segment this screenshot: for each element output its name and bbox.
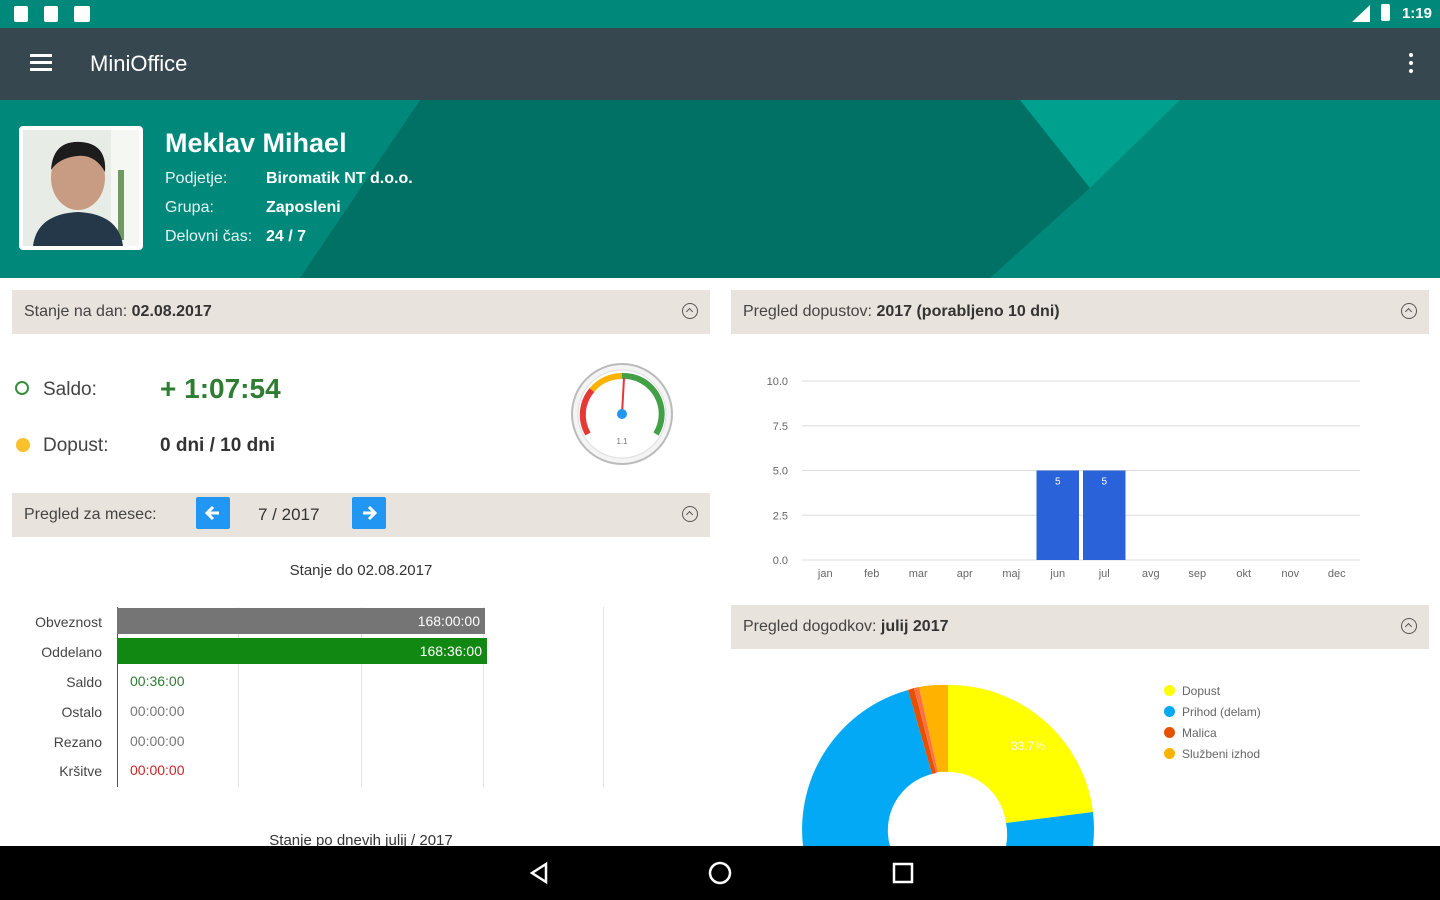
x-tick-label: jul (1098, 568, 1110, 580)
gridline (483, 607, 484, 787)
collapse-icon[interactable] (682, 303, 698, 319)
battery-icon (1381, 4, 1390, 21)
legend-marker (1164, 748, 1175, 759)
x-tick-label: okt (1236, 568, 1251, 580)
collapse-icon[interactable] (1401, 618, 1417, 634)
value-rezano: 00:00:00 (130, 733, 185, 749)
row-label-oddelano: Oddelano (41, 644, 102, 660)
x-tick-label: sep (1188, 568, 1206, 580)
value-krsitve: 00:00:00 (130, 762, 185, 778)
image-icon (74, 6, 90, 22)
state-date: 02.08.2017 (131, 303, 212, 320)
legend-marker (1164, 685, 1175, 696)
gridline (603, 607, 604, 787)
x-tick-label: mar (909, 568, 928, 580)
y-tick-label: 5.0 (773, 466, 788, 478)
y-tick-label: 7.5 (773, 421, 788, 433)
donut-slice-dopust (948, 684, 1093, 823)
collapse-icon[interactable] (682, 506, 698, 522)
sun-icon (16, 438, 30, 452)
legend-marker (1164, 727, 1175, 738)
bar-oddelano: 168:36:00 (117, 638, 487, 664)
vacation-summary: 2017 (porabljeno 10 dni) (876, 303, 1060, 320)
more-options-icon[interactable] (1408, 53, 1414, 75)
current-month: 7 / 2017 (258, 505, 320, 524)
bar-value-label: 5 (1101, 477, 1107, 488)
system-navigation-bar (0, 846, 1440, 900)
events-panel-header[interactable]: Pregled dogodkov: julij 2017 (731, 605, 1429, 649)
x-tick-label: nov (1281, 568, 1299, 580)
saldo-value: + 1:07:54 (160, 373, 281, 404)
dopust-label: Dopust: (43, 435, 109, 456)
legend-dopust: Dopust (1164, 684, 1220, 698)
notification-icon (44, 6, 58, 22)
value-ostalo: 00:00:00 (130, 703, 185, 719)
sd-card-icon (14, 6, 28, 22)
row-label-obveznost: Obveznost (35, 614, 102, 630)
x-tick-label: jun (1049, 568, 1065, 580)
y-tick-label: 10.0 (767, 376, 788, 388)
profile-worktime-row: Delovni čas: 24 / 7 (165, 228, 307, 245)
y-tick-label: 0.0 (773, 555, 788, 567)
row-label-ostalo: Ostalo (61, 704, 102, 720)
gridline (238, 607, 239, 787)
home-icon[interactable] (707, 860, 733, 886)
legend-malica: Malica (1164, 726, 1217, 740)
gridline (361, 607, 362, 787)
profile-group-row: Grupa: Zaposleni (165, 199, 341, 216)
legend-sluzbeni-izhod: Službeni izhod (1164, 747, 1260, 761)
x-tick-label: feb (864, 568, 879, 580)
row-label-rezano: Rezano (53, 734, 102, 750)
y-tick-label: 2.5 (773, 510, 788, 522)
vacation-panel-header[interactable]: Pregled dopustov: 2017 (porabljeno 10 dn… (731, 290, 1429, 334)
row-label-saldo: Saldo (66, 674, 102, 690)
events-donut-chart: 33.7% (802, 684, 1094, 846)
previous-month-button[interactable] (196, 497, 230, 529)
stanje-title: Stanje do 02.08.2017 (289, 562, 433, 579)
collapse-icon[interactable] (1401, 303, 1417, 319)
arrow-left-icon (204, 505, 219, 521)
recent-apps-icon[interactable] (890, 860, 916, 886)
gauge-value: 1.1 (616, 437, 628, 446)
profile-name: Meklav Mihael (165, 128, 347, 158)
events-month: julij 2017 (880, 618, 949, 635)
chart-axis (117, 607, 118, 787)
row-label-krsitve: Kršitve (59, 763, 102, 779)
app-title: MiniOffice (90, 51, 188, 76)
app-bar: MiniOffice (0, 28, 1440, 100)
clock-icon (15, 381, 29, 395)
bar-value-label: 5 (1055, 477, 1061, 488)
status-bar: 1:19 (0, 0, 1440, 28)
x-tick-label: dec (1328, 568, 1346, 580)
next-month-button[interactable] (352, 497, 386, 529)
header-background (300, 100, 1440, 278)
donut-slice-prihod (802, 690, 932, 846)
hamburger-menu-icon[interactable] (30, 54, 52, 72)
signal-icon (1352, 5, 1370, 22)
avatar[interactable] (19, 126, 143, 250)
dopust-value: 0 dni / 10 dni (160, 435, 276, 456)
x-tick-label: maj (1002, 568, 1020, 580)
x-tick-label: apr (957, 568, 973, 580)
donut-percentage-label: 33.7% (1011, 739, 1045, 753)
x-tick-label: jan (817, 568, 833, 580)
legend-marker (1164, 706, 1175, 717)
value-saldo: 00:36:00 (130, 673, 185, 689)
saldo-gauge: 1.1 (571, 363, 673, 465)
saldo-label: Saldo: (43, 379, 97, 400)
x-tick-label: avg (1142, 568, 1160, 580)
profile-company-row: Podjetje: Biromatik NT d.o.o. (165, 170, 413, 187)
profile-header: Meklav Mihael Podjetje: Biromatik NT d.o.… (0, 100, 1440, 278)
vacation-bar-chart: 10.0 7.5 5.0 2.5 0.0 jan feb mar apr maj jun 5 jul 5 a… (767, 376, 1360, 580)
state-panel-header[interactable]: Stanje na dan: 02.08.2017 (12, 290, 710, 334)
back-icon[interactable] (526, 860, 552, 886)
arrow-right-icon (363, 505, 378, 521)
clock: 1:19 (1401, 5, 1432, 22)
bar-obveznost: 168:00:00 (117, 608, 485, 634)
legend-prihod: Prihod (delam) (1164, 705, 1261, 719)
